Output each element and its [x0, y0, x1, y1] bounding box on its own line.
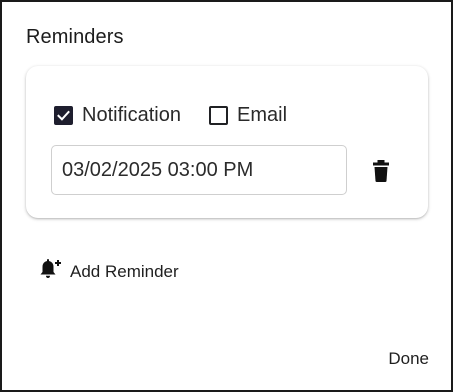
checkmark-icon: [57, 110, 70, 121]
done-button[interactable]: Done: [388, 349, 429, 369]
notification-label: Notification: [82, 104, 181, 126]
reminder-datetime-input[interactable]: [51, 145, 347, 195]
email-checkbox[interactable]: [209, 106, 228, 125]
trash-icon[interactable]: [371, 160, 391, 182]
reminder-card: Notification Email: [26, 66, 428, 218]
add-reminder-button[interactable]: Add Reminder: [37, 258, 179, 285]
add-reminder-label: Add Reminder: [70, 261, 179, 281]
reminders-dialog: Reminders Notification Email 03/02/2025 …: [0, 0, 453, 392]
bell-plus-icon: [37, 258, 61, 285]
email-option[interactable]: Email: [209, 104, 287, 127]
dialog-title: Reminders: [26, 26, 124, 48]
email-label: Email: [237, 104, 288, 126]
notification-checkbox[interactable]: [54, 106, 73, 125]
notification-option[interactable]: Notification: [54, 104, 181, 127]
